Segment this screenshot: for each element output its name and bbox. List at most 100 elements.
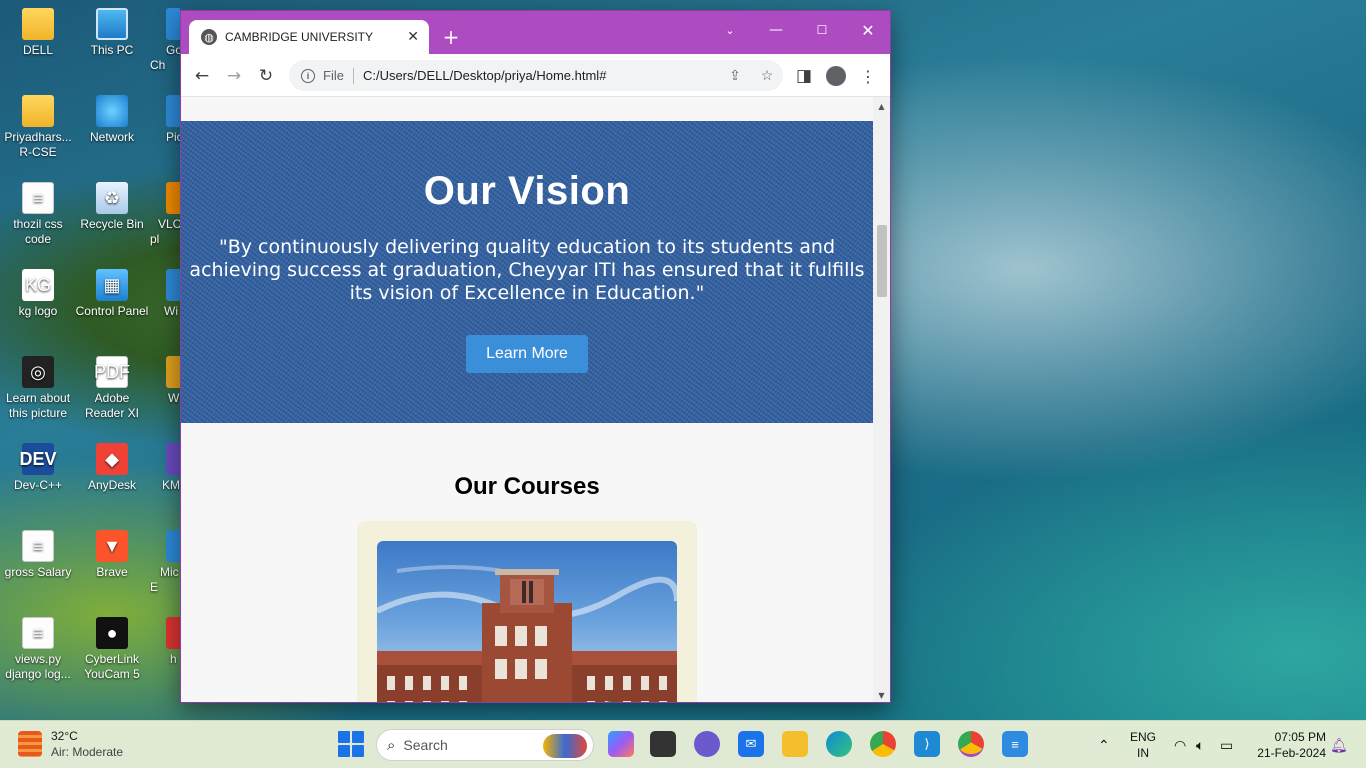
title-bar: ◍ CAMBRIDGE UNIVERSITY ✕ + ⌄ — ☐ ✕	[181, 11, 890, 54]
desktop-icon-priyadharshini[interactable]: Priyadhars... R-CSE	[0, 95, 76, 160]
brave-icon: ▼	[96, 530, 128, 562]
desktop-icon-views-py[interactable]: ≡ views.py django log...	[0, 617, 76, 682]
back-icon[interactable]: ←	[189, 63, 215, 89]
browser-toolbar: ← → ↻ i File C:/Users/DELL/Desktop/priya…	[181, 54, 890, 97]
desktop-icon-devcpp[interactable]: DEV Dev-C++	[0, 443, 76, 493]
image-icon	[166, 95, 180, 127]
language-indicator[interactable]: ENG IN	[1128, 729, 1158, 761]
image-icon: KG	[22, 269, 54, 301]
browser-window: ◍ CAMBRIDGE UNIVERSITY ✕ + ⌄ — ☐ ✕ ← → ↻…	[180, 10, 891, 703]
profile-avatar[interactable]	[823, 63, 849, 89]
notification-bell-icon[interactable]: 🔔︎	[1330, 721, 1348, 768]
chrome-profile-icon[interactable]	[870, 731, 896, 757]
person-icon	[826, 66, 846, 86]
windows-logo-tile	[352, 745, 364, 757]
close-window-icon[interactable]: ✕	[845, 17, 890, 43]
recycle-bin-icon: ♻	[96, 182, 128, 214]
desktop-icon-partial-vlc[interactable]: VLC pl	[150, 182, 180, 247]
vision-quote: "By continuously delivering quality educ…	[189, 236, 865, 304]
app-icon	[166, 530, 180, 562]
desktop-icon-partial-pic[interactable]: Pic	[150, 95, 180, 145]
desktop-icon-partial-mic[interactable]: Mic E	[150, 530, 180, 595]
desktop-icon-dell[interactable]: DELL	[0, 8, 76, 58]
vlc-icon	[166, 182, 180, 214]
tab-title: CAMBRIDGE UNIVERSITY	[225, 30, 374, 44]
desktop-icon-partial-w[interactable]: W	[150, 356, 180, 406]
forward-icon[interactable]: →	[221, 63, 247, 89]
desktop-icon-partial-wi[interactable]: Wi	[150, 269, 180, 319]
vision-heading: Our Vision	[423, 169, 631, 213]
minimize-icon[interactable]: —	[753, 17, 799, 43]
file-explorer-icon[interactable]	[782, 731, 808, 757]
copilot-icon[interactable]	[608, 731, 634, 757]
desktop-icon-cyberlink[interactable]: ● CyberLink YouCam 5	[74, 617, 150, 682]
reload-icon[interactable]: ↻	[253, 63, 279, 89]
desktop-icon-partial-km[interactable]: KM	[150, 443, 180, 493]
battery-icon[interactable]: ▭	[1220, 721, 1233, 768]
scroll-up-icon[interactable]: ▲	[873, 99, 890, 113]
teams-chat-icon[interactable]	[694, 731, 720, 757]
menu-kebab-icon[interactable]: ⋮	[855, 63, 881, 89]
address-scheme: File	[323, 68, 344, 83]
new-tab-button[interactable]: +	[439, 25, 463, 49]
bookmark-star-icon[interactable]: ☆	[751, 67, 783, 84]
desktop-icon-partial-h[interactable]: h	[150, 617, 180, 667]
weather-description: Air: Moderate	[51, 745, 124, 759]
search-highlight-icon	[543, 734, 587, 758]
tray-overflow-icon[interactable]: ⌃	[1098, 721, 1110, 768]
desktop-icon-recycle-bin[interactable]: ♻ Recycle Bin	[74, 182, 150, 232]
desktop-icon-network[interactable]: Network	[74, 95, 150, 145]
course-card[interactable]	[357, 521, 697, 702]
region-code: IN	[1137, 746, 1149, 760]
notepad-icon[interactable]: ≡	[1002, 731, 1028, 757]
weather-widget[interactable]: 32°C Air: Moderate	[18, 728, 123, 760]
wifi-icon[interactable]: ◠	[1174, 721, 1186, 768]
search-placeholder: Search	[403, 737, 448, 753]
desktop-icon-adobe[interactable]: PDF Adobe Reader XI	[74, 356, 150, 421]
page-viewport: Our Vision "By continuously delivering q…	[181, 97, 873, 702]
task-view-icon[interactable]	[650, 731, 676, 757]
document-icon: ≡	[22, 182, 54, 214]
start-button[interactable]	[338, 731, 364, 757]
globe-icon: ◍	[201, 29, 217, 45]
clock-date: 21-Feb-2024	[1257, 746, 1326, 760]
volume-icon[interactable]: 🔈︎	[1196, 721, 1204, 768]
mail-icon[interactable]: ✉	[738, 731, 764, 757]
learn-more-button[interactable]: Learn More	[466, 335, 588, 373]
control-panel-icon: ▦	[96, 269, 128, 301]
address-url[interactable]: C:/Users/DELL/Desktop/priya/Home.html#	[363, 68, 719, 83]
edge-icon[interactable]	[826, 731, 852, 757]
scroll-down-icon[interactable]: ▼	[873, 688, 890, 702]
scroll-thumb[interactable]	[877, 225, 887, 297]
document-icon: ≡	[22, 617, 54, 649]
page-scrollbar[interactable]: ▲ ▼	[873, 97, 890, 702]
weather-text: 32°C Air: Moderate	[51, 728, 123, 760]
browser-tab[interactable]: ◍ CAMBRIDGE UNIVERSITY ✕	[189, 20, 429, 54]
desktop-icon-partial-chrome[interactable]: Go Ch	[150, 8, 180, 73]
clock[interactable]: 07:05 PM 21-Feb-2024	[1254, 729, 1326, 761]
side-panel-icon[interactable]: ◨	[791, 63, 817, 89]
desktop-icon-anydesk[interactable]: ◆ AnyDesk	[74, 443, 150, 493]
address-separator	[352, 67, 354, 84]
desktop-icon-thozil-css[interactable]: ≡ thozil css code	[0, 182, 76, 247]
desktop-icon-brave[interactable]: ▼ Brave	[74, 530, 150, 580]
desktop-icon-gross-salary[interactable]: ≡ gross Salary	[0, 530, 76, 580]
info-icon[interactable]: i	[301, 68, 315, 83]
tab-search-icon[interactable]: ⌄	[707, 17, 753, 43]
maximize-icon[interactable]: ☐	[799, 17, 845, 43]
weather-icon	[18, 731, 42, 757]
app-icon	[166, 617, 180, 649]
chrome-icon[interactable]	[958, 731, 984, 757]
taskbar-search[interactable]: ⌕ Search	[376, 729, 594, 761]
desktop-icon-control-panel[interactable]: ▦ Control Panel	[74, 269, 150, 319]
desktop-icon-kg-logo[interactable]: KG kg logo	[0, 269, 76, 319]
vscode-icon[interactable]: ⟩	[914, 731, 940, 757]
windows-logo-tile	[352, 731, 364, 743]
close-tab-icon[interactable]: ✕	[407, 29, 419, 45]
webcam-icon: ●	[96, 617, 128, 649]
desktop-icon-this-pc[interactable]: This PC	[74, 8, 150, 58]
pdf-icon: PDF	[94, 356, 130, 388]
desktop-icon-learn-picture[interactable]: ◎ Learn about this picture	[0, 356, 76, 421]
share-icon[interactable]: ⇪	[719, 67, 751, 84]
address-bar[interactable]: i File C:/Users/DELL/Desktop/priya/Home.…	[289, 60, 783, 91]
